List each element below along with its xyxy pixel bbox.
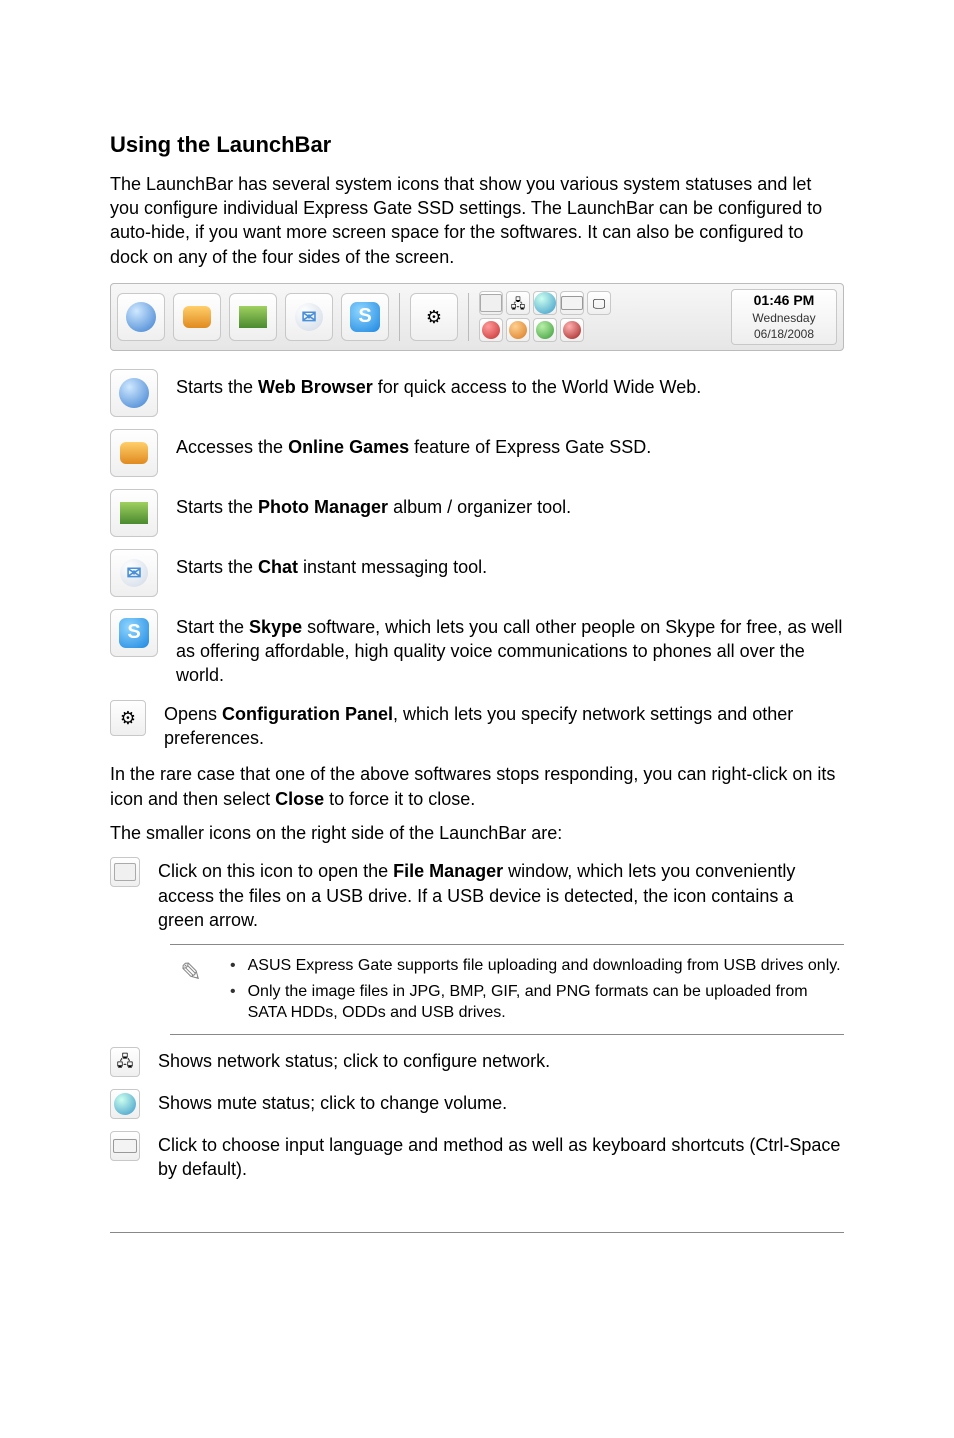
intro-paragraph: The LaunchBar has several system icons t…	[110, 172, 844, 269]
volume-icon[interactable]	[533, 291, 557, 315]
status-red-icon[interactable]	[479, 318, 503, 342]
bold: Chat	[258, 557, 298, 577]
skype-icon[interactable]: S	[341, 293, 389, 341]
footer-divider	[110, 1232, 844, 1233]
bold: Photo Manager	[258, 497, 388, 517]
chat-icon[interactable]: ✉	[285, 293, 333, 341]
online-games-icon[interactable]	[173, 293, 221, 341]
text: Click to choose input language and metho…	[158, 1131, 844, 1182]
text: to force it to close.	[324, 789, 475, 809]
text: Starts the	[176, 557, 258, 577]
section-heading: Using the LaunchBar	[110, 130, 844, 160]
config-panel-icon: ⚙	[110, 700, 146, 736]
bold: Close	[275, 789, 324, 809]
chat-icon: ✉	[110, 549, 158, 597]
power-icon[interactable]	[560, 318, 584, 342]
tray-icons: 🖧 🖵	[479, 291, 611, 342]
file-manager-icon	[110, 857, 140, 887]
text: instant messaging tool.	[298, 557, 487, 577]
note-close: In the rare case that one of the above s…	[110, 762, 844, 811]
text: ASUS Express Gate supports file uploadin…	[248, 955, 841, 977]
bold: Online Games	[288, 437, 409, 457]
clock-date: 06/18/2008	[754, 326, 814, 342]
item-photo-manager: Starts the Photo Manager album / organiz…	[110, 489, 844, 537]
photo-manager-icon[interactable]	[229, 293, 277, 341]
text: Click on this icon to open the	[158, 861, 393, 881]
clock-day: Wednesday	[752, 310, 815, 326]
item-mute-status: Shows mute status; click to change volum…	[110, 1089, 844, 1119]
item-chat: ✉ Starts the Chat instant messaging tool…	[110, 549, 844, 597]
clock-time: 01:46 PM	[754, 291, 815, 310]
bold: File Manager	[393, 861, 503, 881]
text: album / organizer tool.	[388, 497, 571, 517]
item-input-language: Click to choose input language and metho…	[110, 1131, 844, 1182]
item-skype: S Start the Skype software, which lets y…	[110, 609, 844, 688]
note-box: ✎ •ASUS Express Gate supports file uploa…	[170, 944, 844, 1035]
screen-icon[interactable]: 🖵	[587, 291, 611, 315]
separator-icon	[468, 293, 469, 341]
separator-icon	[399, 293, 400, 341]
note-item: •Only the image files in JPG, BMP, GIF, …	[230, 981, 844, 1024]
keyboard-icon[interactable]	[560, 291, 584, 315]
item-web-browser: Starts the Web Browser for quick access …	[110, 369, 844, 417]
web-browser-icon[interactable]	[117, 293, 165, 341]
item-config-panel: ⚙ Opens Configuration Panel, which lets …	[110, 700, 844, 751]
status-orange-icon[interactable]	[506, 318, 530, 342]
text: Only the image files in JPG, BMP, GIF, a…	[248, 981, 844, 1024]
text: Starts the	[176, 377, 258, 397]
pencil-icon: ✎	[170, 951, 212, 1028]
bold: Web Browser	[258, 377, 373, 397]
config-panel-icon[interactable]: ⚙	[410, 293, 458, 341]
bold: Skype	[249, 617, 302, 637]
text: Start the	[176, 617, 249, 637]
launchbar: ✉ S ⚙ 🖧 🖵 01:46 PM Wednesday 06/18/2008	[110, 283, 844, 351]
text: Opens	[164, 704, 222, 724]
text: Shows mute status; click to change volum…	[158, 1089, 844, 1115]
note-item: •ASUS Express Gate supports file uploadi…	[230, 955, 844, 977]
online-games-icon	[110, 429, 158, 477]
volume-icon	[110, 1089, 140, 1119]
text: for quick access to the World Wide Web.	[373, 377, 701, 397]
text: feature of Express Gate SSD.	[409, 437, 651, 457]
text: Accesses the	[176, 437, 288, 457]
clock-panel: 01:46 PM Wednesday 06/18/2008	[731, 289, 837, 345]
photo-manager-icon	[110, 489, 158, 537]
text: Shows network status; click to configure…	[158, 1047, 844, 1073]
item-online-games: Accesses the Online Games feature of Exp…	[110, 429, 844, 477]
status-green-icon[interactable]	[533, 318, 557, 342]
network-status-icon: 🖧	[110, 1047, 140, 1077]
web-browser-icon	[110, 369, 158, 417]
text: Starts the	[176, 497, 258, 517]
item-network-status: 🖧 Shows network status; click to configu…	[110, 1047, 844, 1077]
skype-icon: S	[110, 609, 158, 657]
smaller-icons-intro: The smaller icons on the right side of t…	[110, 821, 844, 845]
item-file-manager: Click on this icon to open the File Mana…	[110, 857, 844, 932]
keyboard-icon	[110, 1131, 140, 1161]
bold: Configuration Panel	[222, 704, 393, 724]
network-status-icon[interactable]: 🖧	[506, 291, 530, 315]
file-manager-icon[interactable]	[479, 291, 503, 315]
